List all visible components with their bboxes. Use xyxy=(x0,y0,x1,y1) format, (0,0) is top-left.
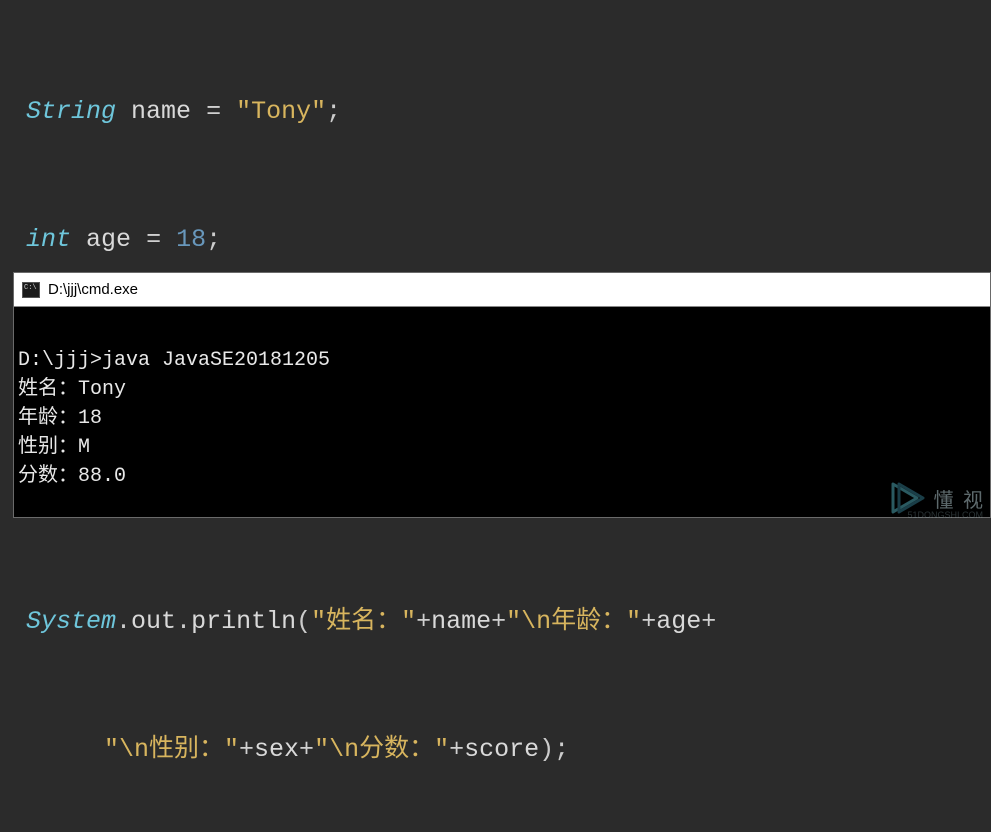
operator: = xyxy=(146,225,161,254)
plus: + xyxy=(239,735,254,764)
code-line-2: int age = 18; xyxy=(0,219,991,262)
terminal-titlebar[interactable]: D:\jjj\cmd.exe xyxy=(14,273,990,307)
identifier: name xyxy=(431,607,491,636)
identifier: age xyxy=(656,607,701,636)
cmd-icon xyxy=(22,282,40,298)
number-literal: 18 xyxy=(176,225,206,254)
operator: = xyxy=(206,97,221,126)
terminal-output-line: 年龄：18 xyxy=(18,404,986,433)
identifier: score xyxy=(464,735,539,764)
type-keyword: String xyxy=(26,97,116,126)
semicolon: ; xyxy=(554,735,569,764)
string-literal: "\n性别：" xyxy=(104,735,239,764)
code-line-6: "\n性别："+sex+"\n分数："+score); xyxy=(0,729,991,772)
field: out xyxy=(131,607,176,636)
paren-open: ( xyxy=(296,607,311,636)
plus: + xyxy=(491,607,506,636)
paren-close: ) xyxy=(539,735,554,764)
terminal-line-prompt: D:\jjj>java JavaSE20181205 xyxy=(18,346,986,375)
plus: + xyxy=(701,607,716,636)
identifier: age xyxy=(86,225,131,254)
plus: + xyxy=(449,735,464,764)
terminal-window: D:\jjj\cmd.exe D:\jjj>java JavaSE2018120… xyxy=(13,272,991,518)
code-line-1: String name = "Tony"; xyxy=(0,91,991,134)
string-literal: "\n分数：" xyxy=(314,735,449,764)
terminal-body[interactable]: D:\jjj>java JavaSE20181205姓名：Tony年龄：18性别… xyxy=(14,307,990,517)
semicolon: ; xyxy=(206,225,221,254)
plus: + xyxy=(416,607,431,636)
terminal-output-line: 性别：M xyxy=(18,433,986,462)
plus: + xyxy=(641,607,656,636)
dot: . xyxy=(176,607,191,636)
semicolon: ; xyxy=(326,97,341,126)
string-literal: "Tony" xyxy=(236,97,326,126)
dot: . xyxy=(116,607,131,636)
plus: + xyxy=(299,735,314,764)
string-literal: "\n年龄：" xyxy=(506,607,641,636)
identifier: sex xyxy=(254,735,299,764)
class-name: System xyxy=(26,607,116,636)
string-literal: "姓名：" xyxy=(311,607,416,636)
method: println xyxy=(191,607,296,636)
type-keyword: int xyxy=(26,225,71,254)
code-line-5: System.out.println("姓名："+name+"\n年龄："+ag… xyxy=(0,601,991,644)
terminal-output-line: 姓名：Tony xyxy=(18,375,986,404)
identifier: name xyxy=(131,97,191,126)
terminal-output-line: 分数：88.0 xyxy=(18,462,986,491)
watermark-url: 51DONGSHI.COM xyxy=(907,510,983,520)
terminal-title: D:\jjj\cmd.exe xyxy=(48,281,138,298)
